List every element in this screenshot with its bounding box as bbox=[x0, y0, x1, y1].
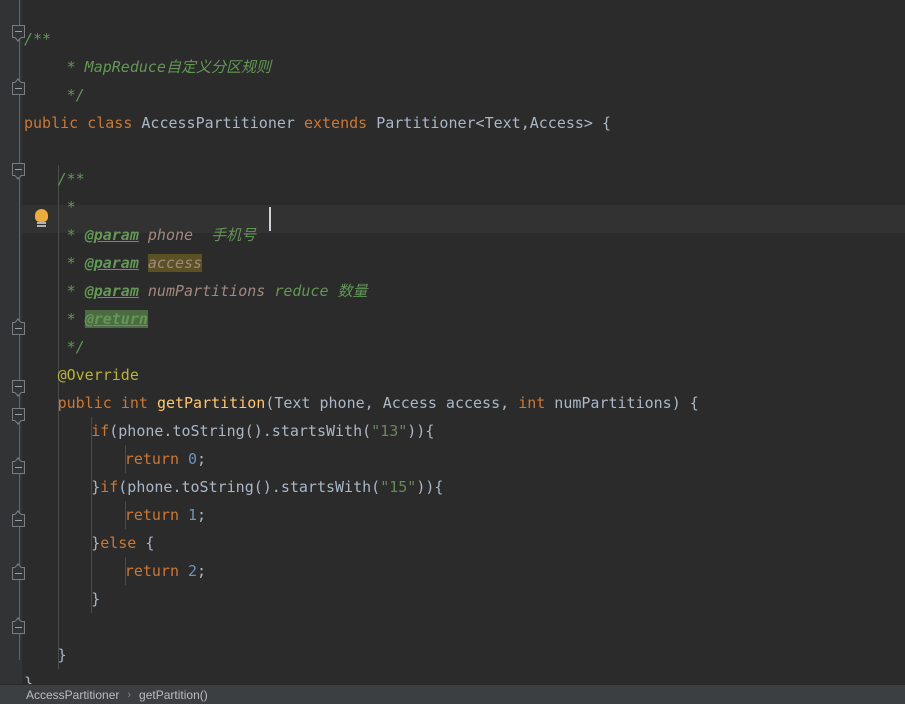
code-token: Partitioner<Text,Access> { bbox=[376, 114, 612, 132]
code-line[interactable]: * @param access bbox=[58, 249, 203, 277]
code-line[interactable]: return 0; bbox=[125, 445, 206, 473]
code-token: extends bbox=[303, 114, 368, 132]
code-token: } bbox=[91, 478, 101, 496]
code-token: /** bbox=[57, 170, 85, 188]
code-line[interactable]: */ bbox=[58, 333, 85, 361]
code-line[interactable]: /** bbox=[58, 165, 85, 193]
code-line[interactable]: * @return bbox=[58, 305, 148, 333]
code-token: getPartition bbox=[156, 394, 266, 412]
code-token: } bbox=[24, 674, 34, 684]
code-token: "15" bbox=[380, 478, 417, 496]
code-token: 1 bbox=[188, 506, 198, 524]
breadcrumb-separator-icon: › bbox=[127, 688, 132, 701]
code-line[interactable]: public class AccessPartitioner extends P… bbox=[24, 109, 611, 137]
code-token: * bbox=[57, 226, 85, 244]
code-token: */ bbox=[57, 86, 85, 104]
code-token: return bbox=[124, 506, 179, 524]
code-token: @param bbox=[84, 282, 139, 300]
code-line[interactable]: * bbox=[58, 193, 76, 221]
breadcrumb-item-method[interactable]: getPartition() bbox=[139, 688, 208, 702]
code-token: ; bbox=[197, 450, 207, 468]
code-token: * MapReduce自定义分区规则 bbox=[57, 58, 271, 76]
code-token: phone bbox=[147, 226, 194, 244]
code-token: * bbox=[57, 254, 85, 272]
code-line[interactable]: * @param numPartitions reduce 数量 bbox=[58, 277, 368, 305]
code-line[interactable]: } bbox=[24, 669, 33, 684]
code-line[interactable]: return 2; bbox=[125, 557, 206, 585]
code-token: ; bbox=[197, 562, 207, 580]
code-line[interactable]: return 1; bbox=[125, 501, 206, 529]
code-token: { bbox=[136, 534, 155, 552]
code-token: (phone.toString().startsWith( bbox=[118, 478, 381, 496]
code-line[interactable]: /** bbox=[24, 25, 51, 53]
code-token: 手机号 bbox=[193, 226, 257, 244]
code-token: access bbox=[147, 254, 203, 272]
code-token: @Override bbox=[57, 366, 139, 384]
code-token: ; bbox=[197, 506, 207, 524]
code-line[interactable]: @Override bbox=[58, 361, 139, 389]
code-token: } bbox=[91, 534, 101, 552]
code-token: else bbox=[100, 534, 137, 552]
code-line[interactable]: * MapReduce自定义分区规则 bbox=[58, 53, 271, 81]
code-token: numPartitions bbox=[147, 282, 266, 300]
code-token: if bbox=[91, 422, 110, 440]
code-line[interactable]: } bbox=[58, 641, 67, 669]
text-caret bbox=[269, 207, 271, 231]
code-token: public bbox=[57, 394, 112, 412]
code-token: public bbox=[24, 114, 79, 132]
code-token: } bbox=[57, 646, 67, 664]
code-token: int bbox=[518, 394, 546, 412]
code-token: if bbox=[100, 478, 119, 496]
code-line[interactable]: } bbox=[91, 585, 100, 613]
editor-window: /** * MapReduce自定义分区规则 */ public class Ac… bbox=[0, 0, 905, 704]
code-token: reduce 数量 bbox=[265, 282, 368, 300]
code-token: 2 bbox=[188, 562, 198, 580]
code-line[interactable]: */ bbox=[58, 81, 85, 109]
code-token: 0 bbox=[188, 450, 198, 468]
code-token: @param bbox=[84, 226, 139, 244]
code-token: } bbox=[91, 590, 101, 608]
code-line[interactable]: public int getPartition(Text phone, Acce… bbox=[58, 389, 699, 417]
code-token: "13" bbox=[371, 422, 408, 440]
code-token: */ bbox=[57, 338, 85, 356]
code-token: (phone.toString().startsWith( bbox=[109, 422, 372, 440]
breadcrumb-item-class[interactable]: AccessPartitioner bbox=[26, 688, 119, 702]
code-token: class bbox=[87, 114, 133, 132]
code-token: (Text phone, Access access, bbox=[265, 394, 519, 412]
code-token: * bbox=[57, 198, 76, 216]
code-text-layer[interactable]: /** * MapReduce自定义分区规则 */ public class Ac… bbox=[0, 0, 905, 684]
code-token: return bbox=[124, 562, 179, 580]
code-token: @return bbox=[84, 310, 148, 328]
breadcrumb[interactable]: AccessPartitioner › getPartition() bbox=[0, 684, 905, 704]
code-token: AccessPartitioner bbox=[141, 114, 295, 132]
code-token: numPartitions) { bbox=[545, 394, 699, 412]
code-line[interactable]: }if(phone.toString().startsWith("15")){ bbox=[91, 473, 443, 501]
code-token: * bbox=[57, 310, 85, 328]
code-editor[interactable]: /** * MapReduce自定义分区规则 */ public class Ac… bbox=[0, 0, 905, 684]
code-token: return bbox=[124, 450, 179, 468]
code-token: )){ bbox=[407, 422, 435, 440]
code-token: int bbox=[120, 394, 148, 412]
code-token: )){ bbox=[416, 478, 444, 496]
code-token: /** bbox=[24, 30, 52, 48]
code-line[interactable]: }else { bbox=[91, 529, 154, 557]
code-line[interactable]: * @param phone 手机号 bbox=[58, 221, 257, 249]
code-line[interactable]: if(phone.toString().startsWith("13")){ bbox=[91, 417, 434, 445]
code-token: * bbox=[57, 282, 85, 300]
code-token: @param bbox=[84, 254, 139, 272]
